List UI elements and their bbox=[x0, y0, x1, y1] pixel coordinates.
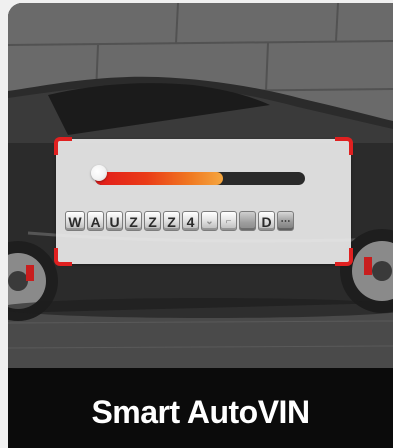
vin-char: 4 bbox=[182, 211, 199, 231]
scan-corner-top-right bbox=[335, 137, 353, 155]
vin-char: Z bbox=[163, 211, 180, 231]
app-card: W A U Z Z Z 4 ⌄ ⌐ D ⋯ Smart AutoVIN bbox=[8, 3, 393, 448]
vin-char: ⌄ bbox=[201, 211, 218, 231]
app-title: Smart AutoVIN bbox=[91, 393, 310, 430]
vin-char: ⋯ bbox=[277, 211, 294, 231]
vin-char bbox=[239, 211, 256, 231]
scan-progress-bar bbox=[95, 172, 305, 185]
vin-char: A bbox=[87, 211, 104, 231]
vin-scanner-panel: W A U Z Z Z 4 ⌄ ⌐ D ⋯ bbox=[54, 137, 353, 266]
app-title-bar: Smart AutoVIN bbox=[8, 368, 393, 448]
scan-corner-top-left bbox=[54, 137, 72, 155]
vin-char: Z bbox=[144, 211, 161, 231]
scan-corner-bottom-right bbox=[335, 248, 353, 266]
vin-char: U bbox=[106, 211, 123, 231]
scan-progress-fill bbox=[95, 172, 224, 185]
scan-progress-knob bbox=[91, 165, 107, 181]
vin-char: Z bbox=[125, 211, 142, 231]
vin-char: W bbox=[65, 211, 85, 231]
scan-corner-bottom-left bbox=[54, 248, 72, 266]
car-hero-image: W A U Z Z Z 4 ⌄ ⌐ D ⋯ bbox=[8, 3, 393, 368]
vin-char: D bbox=[258, 211, 275, 231]
vin-character-reel: W A U Z Z Z 4 ⌄ ⌐ D ⋯ bbox=[65, 211, 294, 231]
vin-char: ⌐ bbox=[220, 211, 237, 231]
